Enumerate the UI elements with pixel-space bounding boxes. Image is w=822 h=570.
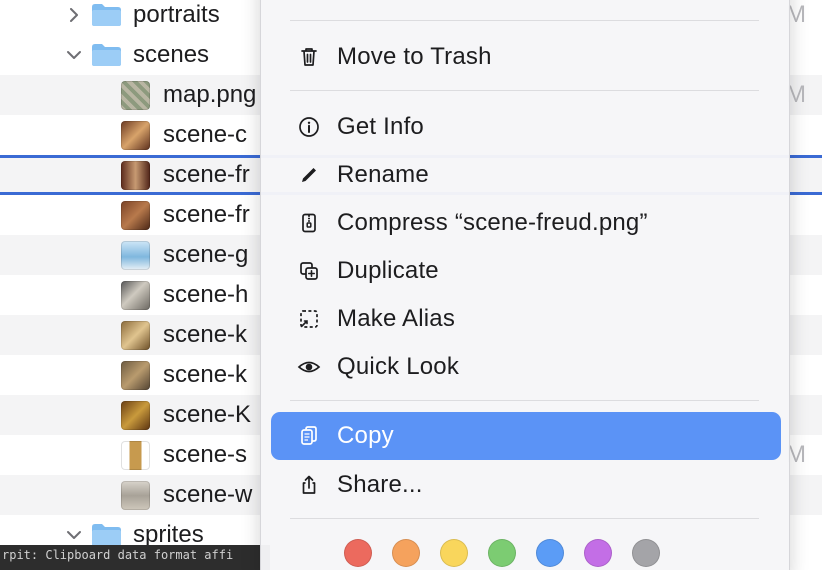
folder-icon <box>91 3 122 27</box>
chevron-right-icon[interactable] <box>62 3 86 27</box>
copy-icon <box>295 422 323 450</box>
menu-item-label: Compress “scene-freud.png” <box>337 209 648 236</box>
menu-item-get-info[interactable]: Get Info <box>271 103 781 151</box>
row-name: scene-g <box>163 241 249 268</box>
tag-red[interactable] <box>344 539 372 567</box>
alias-icon <box>295 305 323 333</box>
row-name: portraits <box>133 1 220 28</box>
menu-item-rename[interactable]: Rename <box>271 151 781 199</box>
menu-item-label: Get Info <box>337 113 424 140</box>
image-thumbnail <box>121 400 150 430</box>
menu-item-label: Make Alias <box>337 305 456 332</box>
tag-green[interactable] <box>488 539 516 567</box>
image-thumbnail <box>121 80 150 110</box>
folder-icon <box>91 523 122 547</box>
menu-item-label: Rename <box>337 161 429 188</box>
eye-icon <box>295 353 323 381</box>
row-name: scene-s <box>163 441 248 468</box>
image-thumbnail <box>121 280 150 310</box>
row-name: scene-K <box>163 401 252 428</box>
menu-item-label: Share... <box>337 471 423 498</box>
row-name: scenes <box>133 41 210 68</box>
row-name: scene-h <box>163 281 249 308</box>
menu-item-copy[interactable]: Copy <box>271 412 781 460</box>
menu-item-move-to-trash[interactable]: Move to Trash <box>271 33 781 81</box>
trash-icon <box>295 43 323 71</box>
menu-separator <box>290 400 759 401</box>
row-name: scene-c <box>163 121 248 148</box>
folder-icon <box>91 43 122 67</box>
tag-gray[interactable] <box>632 539 660 567</box>
chevron-down-icon[interactable] <box>62 523 86 547</box>
menu-item-label: Quick Look <box>337 353 460 380</box>
image-thumbnail <box>121 120 150 150</box>
row-name: map.png <box>163 81 257 108</box>
menu-item-quick-look[interactable]: Quick Look <box>271 343 781 391</box>
image-thumbnail <box>121 160 150 190</box>
zip-icon <box>295 209 323 237</box>
tag-blue[interactable] <box>536 539 564 567</box>
image-thumbnail <box>121 320 150 350</box>
row-name: scene-fr <box>163 201 250 228</box>
menu-item-make-alias[interactable]: Make Alias <box>271 295 781 343</box>
row-name: scene-k <box>163 361 248 388</box>
menu-item-label: Move to Trash <box>337 43 492 70</box>
menu-item-compress[interactable]: Compress “scene-freud.png” <box>271 199 781 247</box>
image-thumbnail <box>121 360 150 390</box>
tag-yellow[interactable] <box>440 539 468 567</box>
share-icon <box>295 471 323 499</box>
menu-item-share[interactable]: Share... <box>271 461 781 509</box>
menu-separator <box>290 518 759 519</box>
row-name: scene-k <box>163 321 248 348</box>
context-menu: Move to Trash Get Info Rename Compress “… <box>260 0 790 570</box>
row-name: scene-fr <box>163 161 250 188</box>
tag-purple[interactable] <box>584 539 612 567</box>
duplicate-icon <box>295 257 323 285</box>
menu-item-label: Copy <box>337 422 394 449</box>
image-thumbnail <box>121 240 150 270</box>
image-thumbnail <box>121 200 150 230</box>
pencil-icon <box>295 161 323 189</box>
tag-orange[interactable] <box>392 539 420 567</box>
menu-separator <box>290 20 759 21</box>
info-icon <box>295 113 323 141</box>
image-thumbnail <box>121 480 150 510</box>
menu-item-label: Duplicate <box>337 257 439 284</box>
console-output: rpit: Clipboard data format affi <box>0 545 270 570</box>
menu-separator <box>290 90 759 91</box>
row-name: scene-w <box>163 481 253 508</box>
chevron-down-icon[interactable] <box>62 43 86 67</box>
menu-item-duplicate[interactable]: Duplicate <box>271 247 781 295</box>
image-thumbnail <box>121 440 150 470</box>
